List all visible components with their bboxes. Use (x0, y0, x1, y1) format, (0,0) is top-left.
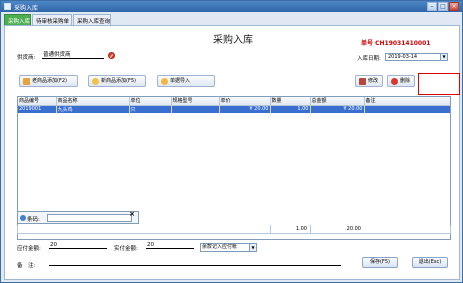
button-label: 新商品添加(F5) (101, 78, 136, 84)
chevron-down-icon[interactable]: ▼ (440, 54, 447, 60)
column-header[interactable]: 备注 (364, 97, 450, 106)
date-label: 入库日期: (357, 56, 381, 62)
remark-label: 备 注: (17, 263, 36, 269)
date-value: 2019-03-14 (388, 54, 418, 60)
cell-total[interactable]: ¥ 20.00 (310, 105, 365, 113)
title-bar[interactable]: 采购入库 – □ × (1, 1, 462, 12)
button-label: 单据导入 (170, 78, 191, 84)
column-header[interactable]: 数量 (270, 97, 311, 106)
column-header[interactable]: 商品名称 (56, 97, 130, 106)
table-header: 商品编号 商品名称 单位 规格型号 单价 数量 总金额 备注 (18, 97, 450, 106)
account-select[interactable]: 余款记入应付帐 ▼ (200, 243, 257, 252)
barcode-icon (20, 215, 26, 221)
cell-name[interactable]: 九头鸡 (56, 105, 130, 113)
tab-purchase-query[interactable]: 采购入库查询 (73, 14, 111, 25)
add-old-product-button[interactable]: 老商品添加(F2) (19, 75, 78, 87)
total-amount: 20.00 (310, 225, 364, 234)
barcode-label: 条码: (27, 217, 40, 223)
account-select-value: 余款记入应付帐 (202, 244, 238, 250)
column-header[interactable]: 总金额 (310, 97, 365, 106)
cell-code[interactable]: 2019001 (18, 105, 57, 113)
tab-pending-review[interactable]: 待审核采购单 (32, 14, 72, 25)
maximize-button[interactable]: □ (438, 2, 448, 11)
tab-purchase-in[interactable]: 采购入库 (4, 14, 31, 25)
paid-field[interactable]: 20 (146, 242, 194, 249)
supplier-pick-icon[interactable] (108, 52, 115, 59)
column-header[interactable]: 规格型号 (171, 97, 220, 106)
delete-icon (391, 78, 398, 85)
app-window: 采购入库 – □ × 采购入库 待审核采购单 采购入库查询 采购入库 单号 CH… (0, 0, 463, 283)
remark-field[interactable] (49, 259, 341, 266)
highlight-box (418, 73, 460, 95)
column-header[interactable]: 单位 (129, 97, 172, 106)
payable-label: 应付金额: (17, 246, 41, 252)
column-header[interactable]: 单价 (219, 97, 271, 106)
cell-unit[interactable]: 只 (129, 105, 172, 113)
cell-price[interactable]: ¥ 20.00 (219, 105, 271, 113)
chevron-down-icon[interactable]: ▼ (249, 244, 256, 251)
app-icon (4, 3, 11, 10)
cell-qty[interactable]: 1.00 (270, 105, 311, 113)
table-row[interactable]: 2019001 九头鸡 只 ¥ 20.00 1.00 ¥ 20.00 (18, 105, 450, 113)
delete-button[interactable]: 删除 (387, 75, 415, 87)
close-icon[interactable]: × (129, 210, 135, 218)
add-new-product-button[interactable]: 新商品添加(F5) (88, 75, 146, 87)
minimize-button[interactable]: – (427, 2, 437, 11)
button-label: 老商品添加(F2) (32, 78, 67, 84)
supplier-label: 供货商: (17, 55, 36, 61)
modify-button[interactable]: 修改 (355, 75, 383, 87)
payable-field[interactable]: 20 (49, 242, 107, 249)
total-qty: 1.00 (270, 225, 310, 234)
order-number: 单号 CH19031410001 (361, 40, 431, 47)
window-title: 采购入库 (14, 5, 39, 12)
column-header[interactable]: 商品编号 (18, 97, 57, 106)
barcode-panel: 条码: × (17, 210, 139, 224)
import-button[interactable]: 单据导入 (157, 75, 215, 87)
date-picker[interactable]: 2019-03-14 ▼ (385, 53, 448, 61)
button-label: 修改 (368, 78, 379, 84)
main-panel: 采购入库 单号 CH19031410001 供货商: 普通供货商 入库日期: 2… (4, 25, 460, 280)
add-product-icon (23, 78, 30, 85)
cell-spec[interactable] (171, 105, 220, 113)
totals-row: 1.00 20.00 (17, 225, 451, 234)
supplier-field[interactable]: 普通供货商 (42, 52, 104, 59)
paid-label: 实付金额: (114, 246, 138, 252)
close-button[interactable]: × (449, 2, 459, 11)
import-icon (161, 78, 168, 85)
new-product-icon (92, 78, 99, 85)
button-label: 删除 (400, 78, 411, 84)
save-button[interactable]: 保存(F5) (362, 257, 398, 268)
barcode-input[interactable] (47, 214, 132, 222)
edit-icon (359, 78, 366, 85)
cell-note[interactable] (364, 105, 450, 113)
exit-button[interactable]: 退出(Esc) (412, 257, 448, 268)
